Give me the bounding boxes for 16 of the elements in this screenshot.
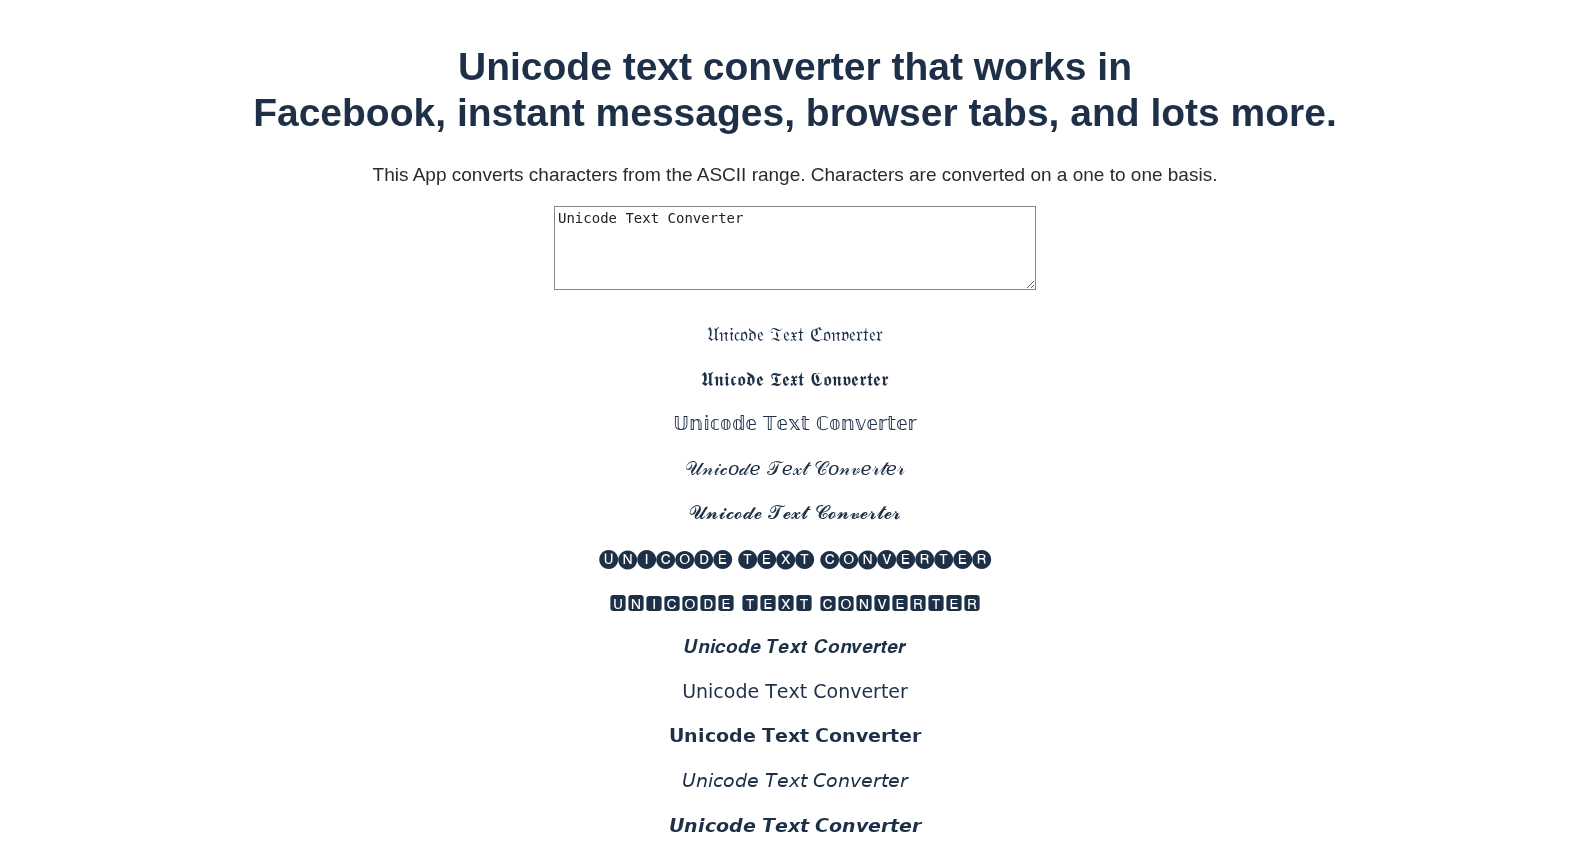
converted-text: 𝖀𝖓𝖎𝖈𝖔𝖉𝖊 𝕿𝖊𝖝𝖙 𝕮𝖔𝖓𝖛𝖊𝖗𝖙𝖊𝖗 (700, 366, 890, 392)
page-heading: Unicode text converter that works in (458, 44, 1132, 90)
intro-text: This App converts characters from the ASCII range. Characters are converted on a one to one basis. (372, 164, 1218, 186)
converted-text: 𝔘𝔫𝔦𝔠𝔬𝔡𝔢 𝔗𝔢𝔵𝔱 ℭ𝔬𝔫𝔳𝔢𝔯𝔱𝔢𝔯 (706, 322, 884, 347)
converted-text: 𝙐𝙣𝙞𝙘𝙤𝙙𝙚 𝙏𝙚𝙭𝙩 𝘾𝙤𝙣𝙫𝙚𝙧𝙩𝙚𝙧 (668, 812, 922, 838)
converted-text: 𝗨𝗻𝗶𝗰𝗼𝗱𝗲 𝗧𝗲𝘅𝘁 𝗖𝗼𝗻𝘃𝗲𝗿𝘁𝗲𝗿 (668, 723, 922, 749)
page-heading: Facebook, instant messages, browser tabs, and lots more. (253, 90, 1337, 136)
converted-text: 𝒰𝓃𝒾𝒸𝑜𝒹𝑒 𝒯𝑒𝓍𝓉 𝒞𝑜𝓃𝓋𝑒𝓇𝓉𝑒𝓇 (685, 455, 905, 481)
converted-text: 🅤🅝🅘🅒🅞🅓🅔 🅣🅔🅧🅣 🅒🅞🅝🅥🅔🅡🅣🅔🅡 (598, 544, 992, 572)
converted-text: 𝕌𝕟𝕚𝕔𝕠𝕕𝕖 𝕋𝕖𝕩𝕥 ℂ𝕠𝕟𝕧𝕖𝕣𝕥𝕖𝕣 (673, 411, 917, 437)
input-field[interactable]: Unicode Text Converter (554, 206, 1036, 290)
converted-text: 𝑼𝒏𝒊𝒄𝒐𝒅𝒆 𝑻𝒆𝒙𝒕 𝑪𝒐𝒏𝒗𝒆𝒓𝒕𝒆𝒓 (684, 634, 906, 660)
converted-text: 𝓤𝓷𝓲𝓬𝓸𝓭𝓮 𝓣𝓮𝔁𝓽 𝓒𝓸𝓷𝓿𝓮𝓻𝓽𝓮𝓻 (689, 500, 901, 526)
converted-text: 𝘜𝘯𝘪𝘤𝘰𝘥𝘦 𝘛𝘦𝘹𝘵 𝘊𝘰𝘯𝘷𝘦𝘳𝘵𝘦𝘳 (681, 767, 909, 793)
converted-text: 𝖴𝗇𝗂𝖼𝗈𝖽𝖾 𝖳𝖾𝗑𝗍 𝖢𝗈𝗇𝗏𝖾𝗋𝗍𝖾𝗋 (682, 678, 908, 704)
converted-text: 🆄🅽🅸🅲🅾🅳🅴 🆃🅴🆇🆃 🅲🅾🅽🆅🅴🆁🆃🅴🆁 (608, 589, 982, 615)
